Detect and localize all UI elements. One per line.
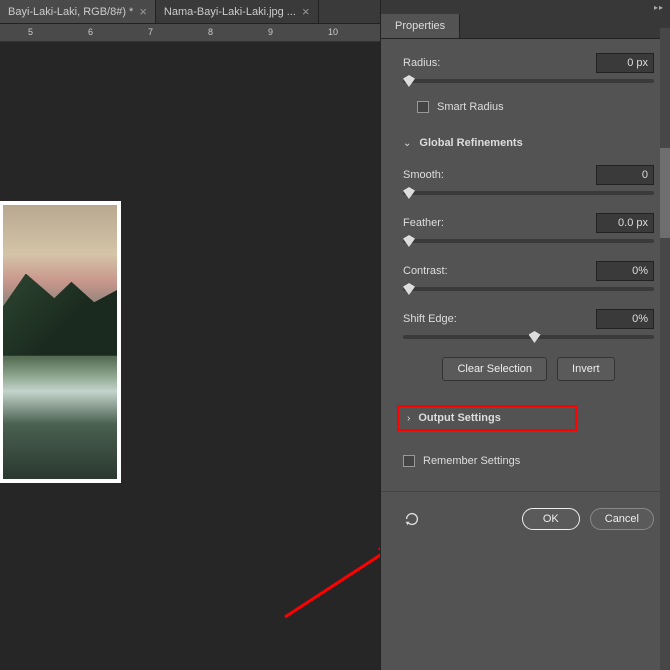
- document-tab-2[interactable]: Nama-Bayi-Laki-Laki.jpg ... ×: [156, 0, 319, 23]
- smart-radius-label: Smart Radius: [437, 101, 504, 113]
- tab-label: Bayi-Laki-Laki, RGB/8#) *: [8, 6, 133, 18]
- close-icon[interactable]: ×: [302, 4, 310, 19]
- chevron-down-icon: ⌄: [403, 138, 411, 149]
- scrollbar[interactable]: [660, 28, 670, 670]
- contrast-slider[interactable]: [403, 287, 654, 291]
- radius-label: Radius:: [403, 57, 440, 69]
- panel-menu-icon[interactable]: ▸▸: [654, 3, 664, 12]
- shift-edge-label: Shift Edge:: [403, 313, 457, 325]
- contrast-input[interactable]: [596, 261, 654, 281]
- panel-header-bar: ▸▸: [381, 0, 670, 14]
- smooth-input[interactable]: [596, 165, 654, 185]
- image-preview: [0, 202, 120, 482]
- properties-panel: ▸▸ Properties Radius: Smart Radius ⌄ Glo…: [380, 0, 670, 670]
- feather-slider[interactable]: [403, 239, 654, 243]
- contrast-label: Contrast:: [403, 265, 448, 277]
- cancel-button[interactable]: Cancel: [590, 508, 654, 530]
- shift-edge-slider[interactable]: [403, 335, 654, 339]
- remember-settings-checkbox[interactable]: [403, 455, 415, 467]
- smooth-label: Smooth:: [403, 169, 444, 181]
- output-settings-header[interactable]: › Output Settings: [397, 405, 577, 431]
- shift-edge-input[interactable]: [596, 309, 654, 329]
- remember-settings-label: Remember Settings: [423, 455, 520, 467]
- annotation-arrow: [280, 542, 380, 622]
- reset-icon[interactable]: [403, 510, 421, 528]
- feather-input[interactable]: [596, 213, 654, 233]
- output-settings-title: Output Settings: [418, 412, 501, 424]
- canvas-area[interactable]: [0, 42, 380, 670]
- panel-tabs: Properties: [381, 14, 670, 39]
- document-tab-1[interactable]: Bayi-Laki-Laki, RGB/8#) * ×: [0, 0, 156, 23]
- global-refinements-title: Global Refinements: [419, 137, 522, 149]
- ok-button[interactable]: OK: [522, 508, 580, 530]
- clear-selection-button[interactable]: Clear Selection: [442, 357, 547, 381]
- canvas-panel: Bayi-Laki-Laki, RGB/8#) * × Nama-Bayi-La…: [0, 0, 380, 670]
- close-icon[interactable]: ×: [139, 4, 147, 19]
- smart-radius-checkbox[interactable]: [417, 101, 429, 113]
- tab-label: Nama-Bayi-Laki-Laki.jpg ...: [164, 6, 296, 18]
- invert-button[interactable]: Invert: [557, 357, 615, 381]
- panel-body: Radius: Smart Radius ⌄ Global Refinement…: [381, 39, 670, 670]
- feather-label: Feather:: [403, 217, 444, 229]
- radius-slider[interactable]: [403, 79, 654, 83]
- divider: [381, 491, 670, 492]
- properties-tab[interactable]: Properties: [381, 14, 460, 38]
- global-refinements-header[interactable]: ⌄ Global Refinements: [403, 137, 654, 149]
- smooth-slider[interactable]: [403, 191, 654, 195]
- horizontal-ruler: 5 6 7 8 9 10: [0, 24, 380, 42]
- document-tab-bar: Bayi-Laki-Laki, RGB/8#) * × Nama-Bayi-La…: [0, 0, 380, 24]
- chevron-right-icon: ›: [407, 413, 410, 424]
- radius-input[interactable]: [596, 53, 654, 73]
- scrollbar-thumb[interactable]: [660, 148, 670, 238]
